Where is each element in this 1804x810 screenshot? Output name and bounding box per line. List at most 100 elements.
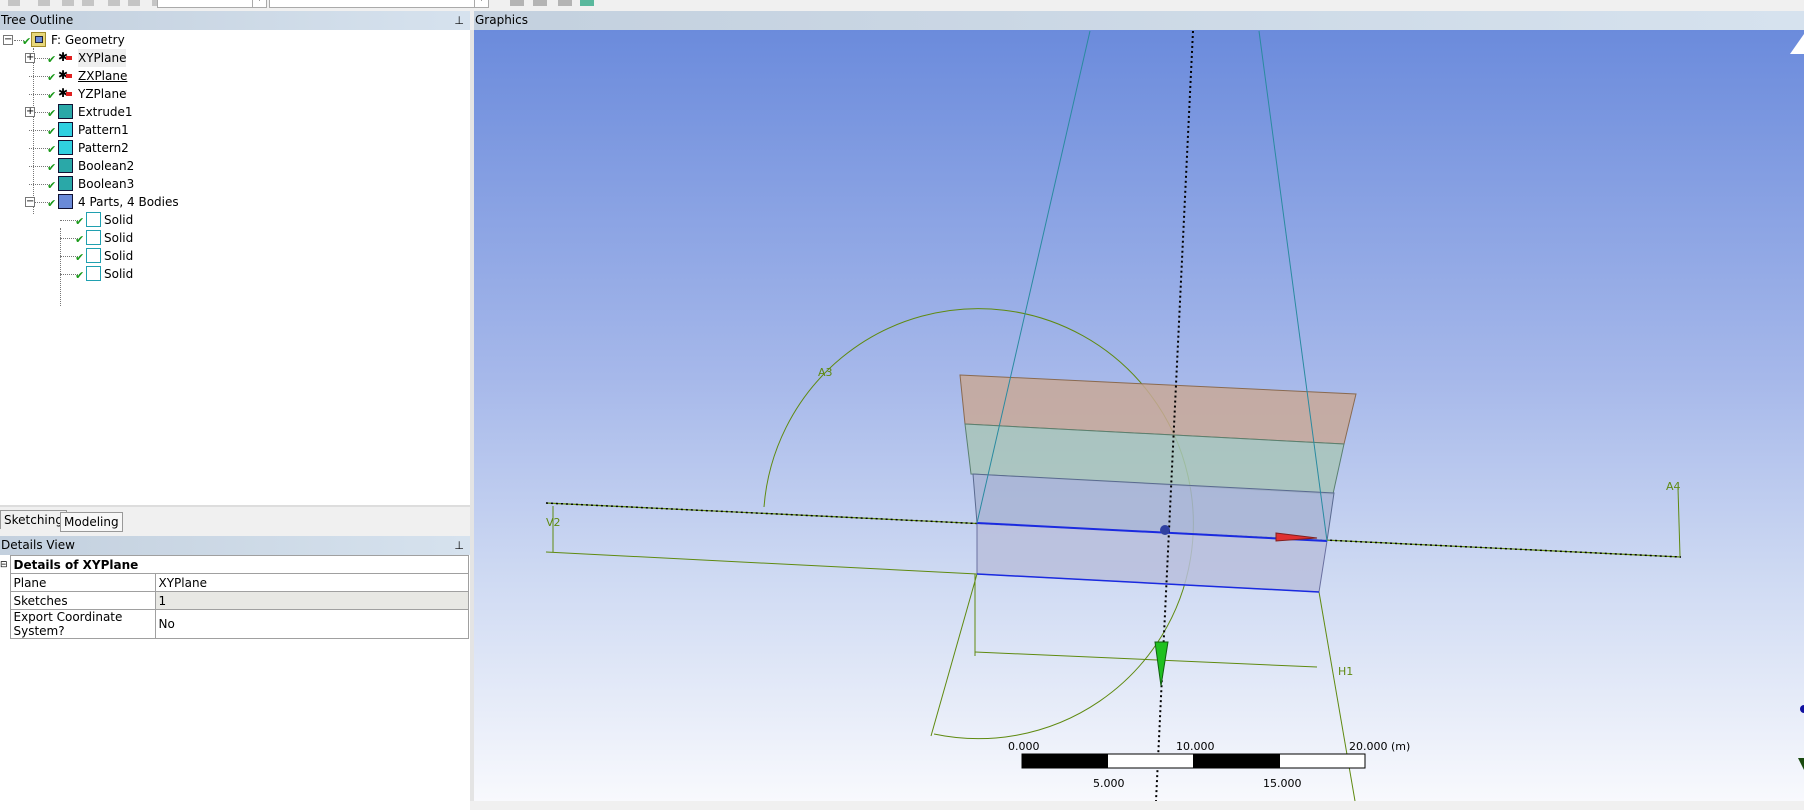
- toolbar-button-icon[interactable]: [510, 0, 524, 6]
- collapse-icon[interactable]: −: [3, 35, 13, 45]
- pin-icon[interactable]: ⊥: [454, 11, 464, 30]
- tree-item[interactable]: ✔ Pattern2: [0, 139, 300, 157]
- toolbar-button-icon[interactable]: [533, 0, 547, 6]
- tree-item-label: Solid: [104, 231, 134, 245]
- dimension-label-a3[interactable]: A3: [818, 366, 833, 379]
- tree-item-label: 4 Parts, 4 Bodies: [78, 195, 179, 209]
- scale-label: 15.000: [1263, 777, 1302, 790]
- table-row[interactable]: Plane XYPlane: [0, 573, 469, 592]
- details-table: ⊟ Details of XYPlane Plane XYPlane Sketche…: [0, 555, 469, 639]
- graphics-viewport[interactable]: A3 A4 V2 H1 0.000 10.000 20.000 (m) 5.00…: [474, 30, 1804, 801]
- tree-item[interactable]: ✔ Boolean2: [0, 157, 300, 175]
- toolbar: ▾ ▾: [0, 0, 1804, 11]
- details-section-title: Details of XYPlane: [9, 555, 469, 574]
- expand-icon[interactable]: +: [25, 53, 35, 63]
- tree-outline-title: Tree Outline: [1, 13, 74, 27]
- tree-item-label: Boolean2: [78, 159, 135, 173]
- tree-item[interactable]: ✔ Solid: [0, 229, 300, 247]
- dimension-label-a4[interactable]: A4: [1666, 480, 1681, 493]
- chevron-down-icon[interactable]: ▾: [474, 0, 488, 7]
- tree-item[interactable]: ✔ Pattern1: [0, 121, 300, 139]
- scale-label: 10.000: [1176, 740, 1215, 753]
- toolbar-button-icon[interactable]: [38, 0, 50, 6]
- dimension-label-v2[interactable]: V2: [546, 516, 561, 529]
- toolbar-button-icon[interactable]: [580, 0, 594, 6]
- toolbar-combo-1[interactable]: ▾: [157, 0, 267, 8]
- tree-item[interactable]: − ✔ 4 Parts, 4 Bodies: [0, 193, 300, 211]
- tree-outline-header: Tree Outline ⊥: [0, 11, 470, 30]
- dimension-h1-line: [974, 651, 1318, 668]
- tree-item[interactable]: ✔ ✱ ZXPlane: [0, 67, 300, 85]
- tree-item-label: Pattern1: [78, 123, 129, 137]
- tree-item-label: Solid: [104, 213, 134, 227]
- chevron-down-icon[interactable]: ▾: [252, 0, 266, 7]
- tree-item-label: Extrude1: [78, 105, 133, 119]
- pin-icon[interactable]: ⊥: [454, 536, 464, 555]
- tab-modeling[interactable]: Modeling: [60, 512, 123, 532]
- tree-item[interactable]: ✔ Boolean3: [0, 175, 300, 193]
- details-view-header: Details View ⊥: [0, 536, 470, 555]
- toolbar-button-icon[interactable]: [558, 0, 572, 6]
- tree-item[interactable]: ✔ Solid: [0, 211, 300, 229]
- property-value[interactable]: XYPlane: [154, 573, 469, 592]
- tree-item-label: Pattern2: [78, 141, 129, 155]
- tree-item-label: ZXPlane: [78, 69, 128, 83]
- tree-item[interactable]: ✔ Solid: [0, 247, 300, 265]
- graphics-panel: Graphics A3 A4 V2 H1 0.000 10.000 20.000…: [474, 11, 1804, 801]
- dimension-label-h1[interactable]: H1: [1338, 665, 1353, 678]
- table-row[interactable]: Export Coordinate System? No: [0, 609, 469, 639]
- tree-item-geometry[interactable]: − ✔ F: Geometry: [0, 31, 200, 49]
- tree-item-label: XYPlane: [78, 49, 127, 67]
- toolbar-button-icon[interactable]: [8, 0, 20, 6]
- tree-item[interactable]: + ✔ ✱ XYPlane: [0, 49, 300, 67]
- tree-item-label: F: Geometry: [51, 33, 125, 47]
- triad-arrow-icon: [1798, 758, 1804, 770]
- details-section-row[interactable]: ⊟ Details of XYPlane: [0, 555, 469, 574]
- parts-icon: [58, 194, 73, 209]
- tree-item[interactable]: + ✔ Extrude1: [0, 103, 300, 121]
- check-icon: ✔: [75, 269, 85, 282]
- y-axis-arrow-icon: [1154, 641, 1169, 687]
- tree-item-label: Boolean3: [78, 177, 135, 191]
- solid-body-icon: [86, 212, 101, 227]
- triad-icon: [1790, 34, 1804, 54]
- property-name: Export Coordinate System?: [9, 609, 156, 639]
- property-name: Plane: [9, 573, 156, 592]
- toolbar-button-icon[interactable]: [128, 0, 140, 6]
- tree-item-label: YZPlane: [78, 87, 127, 101]
- expand-icon[interactable]: +: [25, 107, 35, 117]
- toolbar-button-icon[interactable]: [62, 0, 74, 6]
- bodies[interactable]: [959, 374, 1357, 593]
- boolean-icon: [58, 158, 73, 173]
- property-name: Sketches: [9, 591, 156, 610]
- tree-item-label: Solid: [104, 249, 134, 263]
- tab-sketching[interactable]: Sketching: [0, 510, 67, 529]
- property-value[interactable]: 1: [154, 591, 469, 610]
- tree-item[interactable]: ✔ ✱ YZPlane: [0, 85, 300, 103]
- plane-axes-icon: ✱: [58, 68, 73, 83]
- toolbar-button-icon[interactable]: [82, 0, 94, 6]
- details-view: ⊟ Details of XYPlane Plane XYPlane Sketche…: [0, 555, 470, 810]
- toolbar-button-icon[interactable]: [108, 0, 120, 6]
- dimension-a4-line: [1677, 487, 1681, 557]
- origin-point: [1160, 525, 1170, 535]
- toolbar-combo-2[interactable]: ▾: [269, 0, 489, 8]
- pattern-icon: [58, 122, 73, 137]
- graphics-header: Graphics: [474, 11, 1804, 30]
- details-view-title: Details View: [1, 538, 75, 552]
- pattern-icon: [58, 140, 73, 155]
- tree-item[interactable]: ✔ Solid: [0, 265, 300, 283]
- collapse-icon[interactable]: ⊟: [0, 556, 10, 574]
- plane-axes-icon: ✱: [58, 86, 73, 101]
- table-row[interactable]: Sketches 1: [0, 591, 469, 610]
- model-view[interactable]: A3 A4 V2 H1 0.000 10.000 20.000 (m) 5.00…: [474, 30, 1804, 801]
- plane-axes-icon: ✱: [58, 50, 73, 65]
- scale-label: 0.000: [1008, 740, 1040, 753]
- collapse-icon[interactable]: −: [25, 197, 35, 207]
- scale-label: 20.000 (m): [1349, 740, 1410, 753]
- tab-strip: Sketching Modeling: [0, 505, 470, 532]
- boolean-icon: [58, 176, 73, 191]
- solid-body-icon: [86, 248, 101, 263]
- triad-dot-icon: [1800, 705, 1804, 713]
- property-value[interactable]: No: [154, 609, 469, 639]
